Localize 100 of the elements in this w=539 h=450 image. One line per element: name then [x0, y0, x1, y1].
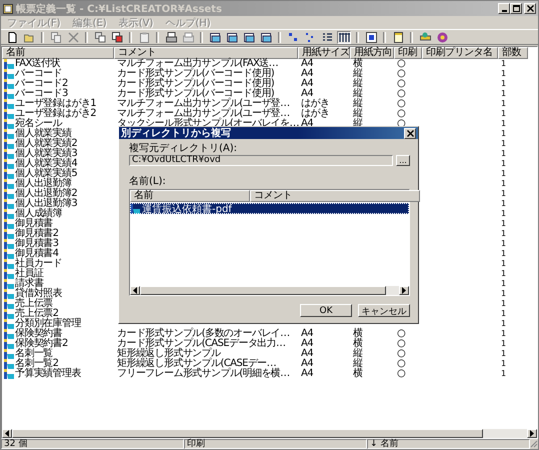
toolbar-button[interactable] [391, 30, 405, 44]
toolbar-button[interactable] [337, 30, 351, 44]
form-icon [226, 32, 238, 42]
toolbar-button[interactable] [110, 30, 124, 44]
scroll-left-button[interactable] [130, 286, 140, 295]
list-view-icon [322, 32, 332, 42]
report-name[interactable]: 社員カード [15, 259, 62, 269]
report-name[interactable]: ユーザ登録はがき2 [15, 109, 96, 119]
column-header[interactable]: 名前 [2, 47, 114, 59]
report-name[interactable]: 社員証 [15, 269, 44, 279]
table-cell: ○ [397, 109, 406, 119]
report-name[interactable]: 御見積書3 [15, 239, 58, 249]
report-name[interactable]: バーコード [15, 69, 62, 79]
toolbar-button[interactable] [208, 30, 222, 44]
table-cell: 1 [501, 329, 506, 339]
report-icon [4, 229, 14, 239]
table-cell: 1 [501, 339, 506, 349]
report-name[interactable]: 保険契約書2 [15, 339, 68, 349]
table-cell: 1 [501, 179, 506, 189]
table-cell: A4 [301, 119, 314, 129]
report-name[interactable]: 保険契約書 [15, 329, 62, 339]
left-arrow-icon [5, 430, 9, 437]
table-cell: 1 [501, 139, 506, 149]
toolbar-button[interactable] [225, 30, 239, 44]
table-cell: 1 [501, 259, 506, 269]
delete-icon [68, 32, 78, 42]
minimize-button[interactable] [498, 3, 510, 14]
report-name[interactable]: バーコード2 [15, 79, 68, 89]
report-name[interactable]: 個人就業実績5 [15, 169, 78, 179]
report-name[interactable]: 御見積書4 [15, 249, 58, 259]
report-name[interactable]: 個人就業実績 [15, 129, 72, 139]
column-header[interactable]: コメント [114, 47, 298, 59]
report-name[interactable]: 宛名シール [15, 119, 62, 129]
report-name[interactable]: 御見積書 [15, 219, 53, 229]
report-name[interactable]: 売上伝票 [15, 299, 53, 309]
report-icon [4, 239, 14, 249]
dialog-button[interactable]: キャンセル [358, 304, 410, 317]
report-name[interactable]: 個人就業実績2 [15, 139, 78, 149]
table-cell: A4 [301, 329, 314, 339]
report-icon [4, 329, 14, 339]
column-header[interactable]: 名前 [130, 190, 250, 202]
report-name[interactable]: 個人出退勤簿 [15, 179, 72, 189]
table-cell: 1 [501, 269, 506, 279]
scroll-right-button[interactable] [399, 286, 409, 295]
table-cell: 1 [501, 89, 506, 99]
toolbar-button[interactable] [259, 30, 273, 44]
report-icon [4, 319, 14, 329]
report-name[interactable]: 売上伝票2 [15, 309, 58, 319]
list-item[interactable]: 運賃振込依頼書-pdf [130, 203, 409, 214]
report-name[interactable]: ユーザ登録はがき1 [15, 99, 96, 109]
report-name[interactable]: 貸借対照表 [15, 289, 62, 299]
left-arrow-icon [133, 287, 137, 294]
report-name[interactable]: バーコード3 [15, 89, 68, 99]
report-name[interactable]: 個人就業実績3 [15, 149, 78, 159]
status-text: 印刷 [184, 439, 367, 449]
table-cell: ○ [397, 89, 406, 99]
column-header[interactable]: コメント [250, 190, 420, 202]
column-header[interactable]: 印刷 [394, 47, 422, 59]
table-cell: A4 [301, 79, 314, 89]
maximize-button[interactable] [510, 3, 522, 14]
toolbar-button[interactable] [164, 30, 178, 44]
report-icon [4, 219, 14, 229]
small-icons-icon [304, 32, 316, 42]
report-name[interactable]: 個人出退勤簿3 [15, 199, 78, 209]
toolbar-button[interactable] [320, 30, 334, 44]
table-cell: ○ [397, 99, 406, 109]
report-icon [4, 159, 14, 169]
browse-button[interactable]: ... [396, 155, 410, 166]
report-name[interactable]: FAX送付状 [15, 59, 60, 69]
table-cell: 横 [353, 59, 362, 69]
report-name[interactable]: 請求書 [15, 279, 44, 289]
column-header[interactable]: 用紙サイズ [298, 47, 350, 59]
report-name[interactable]: 分類別在庫管理 [15, 319, 81, 329]
column-header[interactable]: 印刷プリンタ名 [422, 47, 498, 59]
table-cell: 1 [501, 309, 506, 319]
report-name[interactable]: 個人出退勤簿2 [15, 189, 78, 199]
scroll-left-button[interactable] [2, 429, 12, 438]
report-icon [4, 169, 14, 179]
report-name[interactable]: 個人就業実績4 [15, 159, 78, 169]
column-header[interactable]: 部数 [498, 47, 528, 59]
report-name[interactable]: 個人成績簿 [15, 209, 62, 219]
table-cell: 1 [501, 219, 506, 229]
column-header[interactable]: 用紙方向 [350, 47, 394, 59]
dialog-button[interactable]: OK [300, 304, 352, 317]
report-icon [4, 369, 14, 379]
table-cell: マルチフォーム出力サンプル(ユーザ登… [117, 109, 290, 119]
report-name[interactable]: 御見積書2 [15, 229, 58, 239]
details-view-icon [338, 32, 350, 42]
toolbar-button[interactable] [242, 30, 256, 44]
window-title: 帳票定義一覧 - C:¥ListCREATOR¥Assets [16, 2, 222, 16]
table-cell: カード形式サンプル(バーコード使用) [117, 89, 274, 99]
table-cell: 1 [501, 359, 506, 369]
report-name[interactable]: 名刺一覧 [15, 349, 53, 359]
close-button[interactable] [524, 3, 536, 14]
directory-field[interactable]: C:¥OvdUtLCTR¥ovd [129, 155, 393, 166]
report-name[interactable]: 名刺一覧2 [15, 359, 58, 369]
toolbar-button[interactable] [364, 30, 378, 44]
close-button[interactable] [404, 128, 416, 138]
scroll-right-button[interactable] [527, 429, 537, 438]
report-name[interactable]: 予算実績管理表 [15, 369, 81, 379]
